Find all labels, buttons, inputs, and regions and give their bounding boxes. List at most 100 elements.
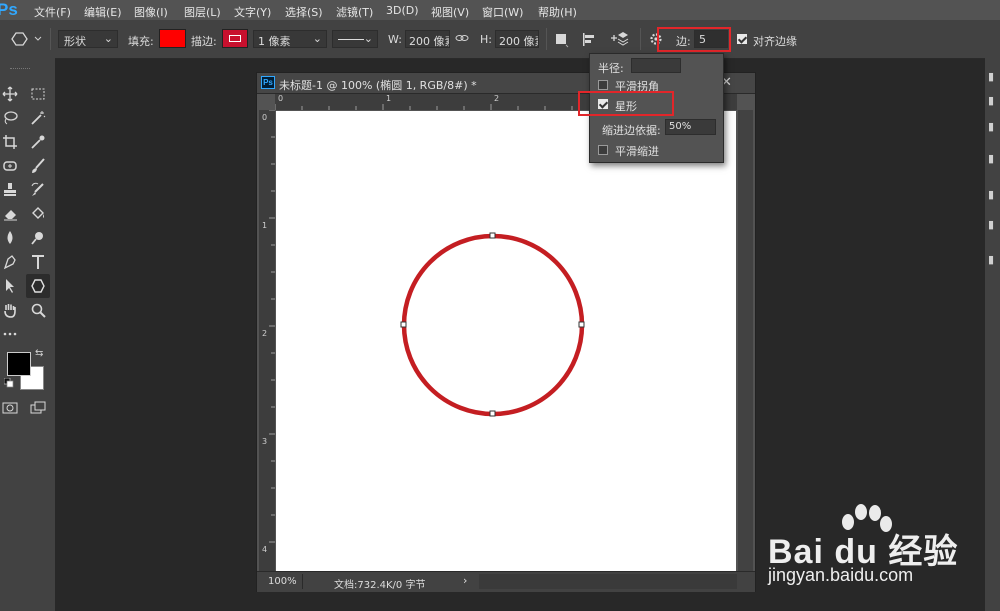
stroke-type-select[interactable]: ⌄ [332, 30, 378, 48]
indent-input[interactable]: 50% [665, 119, 716, 135]
ruler-label: 1 [386, 94, 392, 103]
panel-icon[interactable]: ▮ [988, 94, 994, 107]
menu-layer[interactable]: 图层(L) [184, 4, 221, 20]
fill-color-swatch[interactable] [159, 29, 186, 48]
menu-filter[interactable]: 滤镜(T) [336, 4, 373, 20]
ps-file-icon: Ps [261, 76, 275, 89]
ellipse-stroke[interactable] [401, 233, 585, 417]
stroke-width-value: 1 像素 [258, 35, 291, 48]
blur-tool-icon[interactable] [0, 228, 20, 248]
status-menu-arrow-icon[interactable]: › [463, 574, 467, 587]
clone-stamp-tool-icon[interactable] [0, 180, 20, 200]
zoom-level[interactable]: 100% [268, 576, 297, 587]
ruler-label: 1 [262, 221, 268, 230]
stroke-width-input[interactable]: 1 像素 ⌄ [253, 30, 327, 48]
indent-label: 缩进边依据: [602, 124, 661, 137]
ellipse-shape[interactable] [276, 111, 736, 571]
separator [546, 28, 547, 50]
paint-bucket-tool-icon[interactable] [28, 204, 48, 224]
stroke-color-swatch[interactable] [222, 29, 248, 48]
menu-help[interactable]: 帮助(H) [538, 4, 577, 20]
swap-colors-icon[interactable]: ⇆ [35, 348, 43, 359]
menu-bar: Ps 文件(F) 编辑(E) 图像(I) 图层(L) 文字(Y) 选择(S) 滤… [0, 0, 1000, 20]
history-brush-tool-icon[interactable] [28, 180, 48, 200]
baidu-jingyan-watermark: Bai du 经验 jingyan.baidu.com [768, 498, 988, 588]
zoom-tool-icon[interactable] [28, 300, 48, 320]
panel-icon[interactable]: ▮ [988, 218, 994, 231]
brush-tool-icon[interactable] [28, 156, 48, 176]
healing-brush-tool-icon[interactable] [0, 156, 20, 176]
panel-grip [10, 68, 30, 71]
ruler-label: 2 [494, 94, 500, 103]
vertical-scrollbar[interactable] [738, 110, 753, 572]
chevron-down-icon: ⌄ [363, 32, 373, 45]
tool-preset-picker[interactable] [8, 31, 42, 47]
watermark-url: jingyan.baidu.com [768, 565, 914, 585]
height-input[interactable]: 200 像素 [495, 30, 539, 48]
width-input[interactable]: 200 像素 [405, 30, 450, 48]
panel-icon[interactable]: ▮ [988, 253, 994, 266]
ruler-label: 0 [278, 94, 284, 103]
polygon-tool-icon[interactable] [26, 274, 50, 298]
menu-view[interactable]: 视图(V) [431, 4, 469, 20]
stroke-line-preview [338, 39, 364, 40]
menu-type[interactable]: 文字(Y) [234, 4, 271, 20]
anchor-point[interactable] [489, 410, 496, 417]
chevron-down-icon: ⌄ [103, 32, 113, 45]
ruler-label: 0 [262, 113, 268, 122]
marquee-tool-icon[interactable] [28, 84, 48, 104]
hand-tool-icon[interactable] [0, 300, 20, 320]
menu-file[interactable]: 文件(F) [34, 4, 71, 20]
anchor-point[interactable] [400, 321, 407, 328]
mode-value: 形状 [64, 35, 86, 48]
menu-3d[interactable]: 3D(D) [386, 4, 419, 17]
menu-window[interactable]: 窗口(W) [482, 4, 523, 20]
app-logo: Ps [0, 0, 18, 19]
ruler-label: 3 [262, 437, 268, 446]
eraser-tool-icon[interactable] [0, 204, 20, 224]
screen-mode-icon[interactable] [28, 398, 48, 418]
align-edges-checkbox[interactable] [737, 34, 747, 44]
foreground-color-swatch[interactable] [7, 352, 31, 376]
panel-icon[interactable]: ▮ [988, 70, 994, 83]
anchor-point[interactable] [578, 321, 585, 328]
radius-input[interactable] [631, 58, 681, 73]
path-operations-icon[interactable] [554, 32, 570, 51]
options-bar: 形状 ⌄ 填充: 描边: 1 像素 ⌄ ⌄ W: 200 像素 H: 200 像… [0, 20, 1000, 59]
separator [640, 28, 641, 50]
menu-edit[interactable]: 编辑(E) [84, 4, 122, 20]
link-icon[interactable] [455, 31, 469, 48]
path-arrangement-icon[interactable] [609, 30, 629, 51]
eyedropper-tool-icon[interactable] [28, 132, 48, 152]
smooth-corners-checkbox[interactable] [598, 80, 608, 90]
horizontal-scrollbar[interactable] [479, 574, 737, 589]
pen-tool-icon[interactable] [0, 252, 20, 272]
move-tool-icon[interactable] [0, 84, 20, 104]
ruler-label: 4 [262, 545, 268, 554]
panel-icon[interactable]: ▮ [988, 152, 994, 165]
path-selection-tool-icon[interactable] [0, 276, 20, 296]
anchor-point[interactable] [489, 232, 496, 239]
crop-tool-icon[interactable] [0, 132, 20, 152]
more-tools-icon[interactable] [0, 324, 20, 344]
quick-mask-icon[interactable] [0, 398, 20, 418]
magic-wand-tool-icon[interactable] [28, 108, 48, 128]
vertical-ruler: 0 1 2 3 4 [259, 110, 275, 572]
mode-select[interactable]: 形状 ⌄ [58, 30, 118, 48]
panel-icon[interactable]: ▮ [988, 120, 994, 133]
hexagon-icon [11, 32, 42, 46]
menu-image[interactable]: 图像(I) [134, 4, 168, 20]
type-tool-icon[interactable] [28, 252, 48, 272]
lasso-tool-icon[interactable] [0, 108, 20, 128]
separator [50, 28, 51, 50]
panel-icon[interactable]: ▮ [988, 188, 994, 201]
height-label: H: [480, 33, 492, 46]
menu-select[interactable]: 选择(S) [285, 4, 323, 20]
canvas[interactable] [276, 111, 736, 571]
path-alignment-icon[interactable] [581, 32, 597, 51]
width-label: W: [388, 33, 402, 46]
smooth-indents-checkbox[interactable] [598, 145, 608, 155]
stroke-swatch-inner [229, 35, 241, 42]
default-colors-icon[interactable] [3, 377, 14, 391]
dodge-tool-icon[interactable] [28, 228, 48, 248]
